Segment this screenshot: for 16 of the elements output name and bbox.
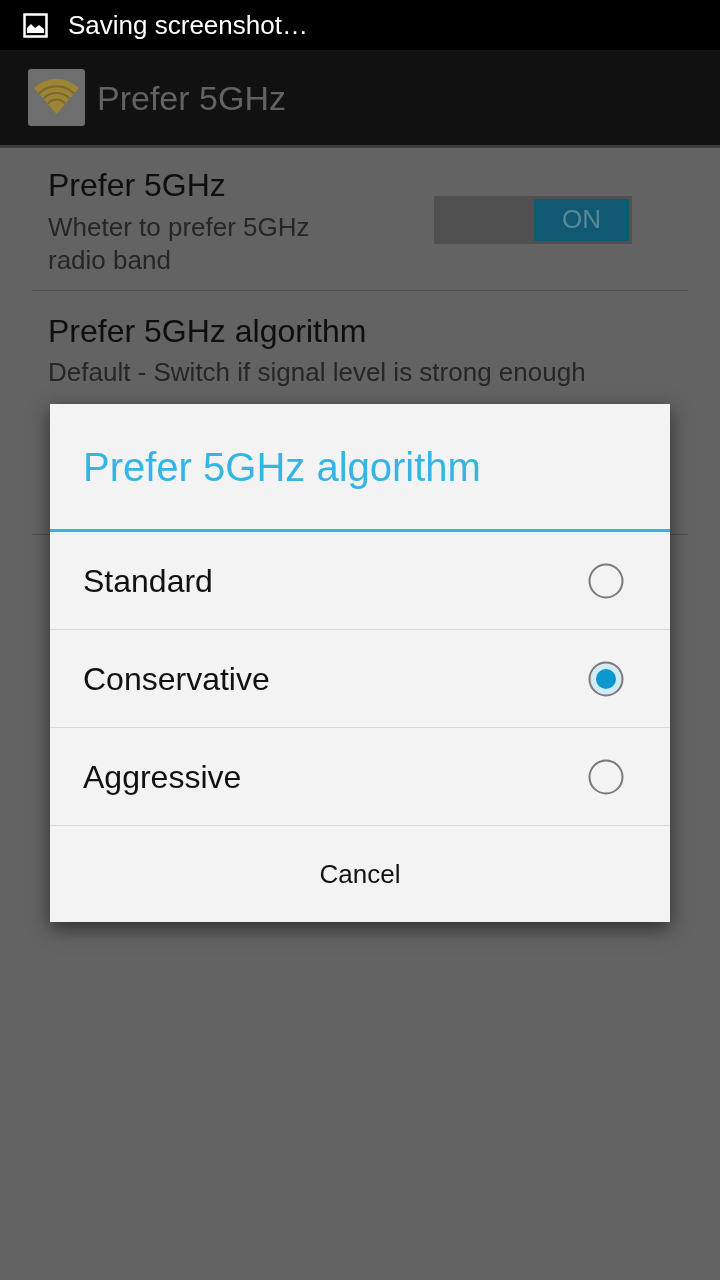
preference-title: Prefer 5GHz [48,165,227,205]
notification-text: Saving screenshot… [68,12,308,38]
cancel-button[interactable]: Cancel [50,826,670,922]
preference-title: Prefer 5GHz algorithm [48,312,368,351]
app-title: Prefer 5GHz [97,80,286,115]
wifi-app-icon [28,69,85,126]
option-label[interactable]: Standard [83,564,213,597]
radio-button[interactable] [588,660,624,697]
option-label[interactable]: Conservative [83,662,270,695]
radio-button[interactable] [588,562,624,599]
radio-button[interactable] [588,758,624,795]
image-icon [23,12,48,38]
preference-summary: Wheter to prefer 5GHz radio band [48,210,311,277]
option-label[interactable]: Aggressive [83,760,242,793]
dialog-title: Prefer 5GHz algorithm [83,446,481,487]
preference-summary: Default - Switch if signal level is strong enough [48,356,587,389]
